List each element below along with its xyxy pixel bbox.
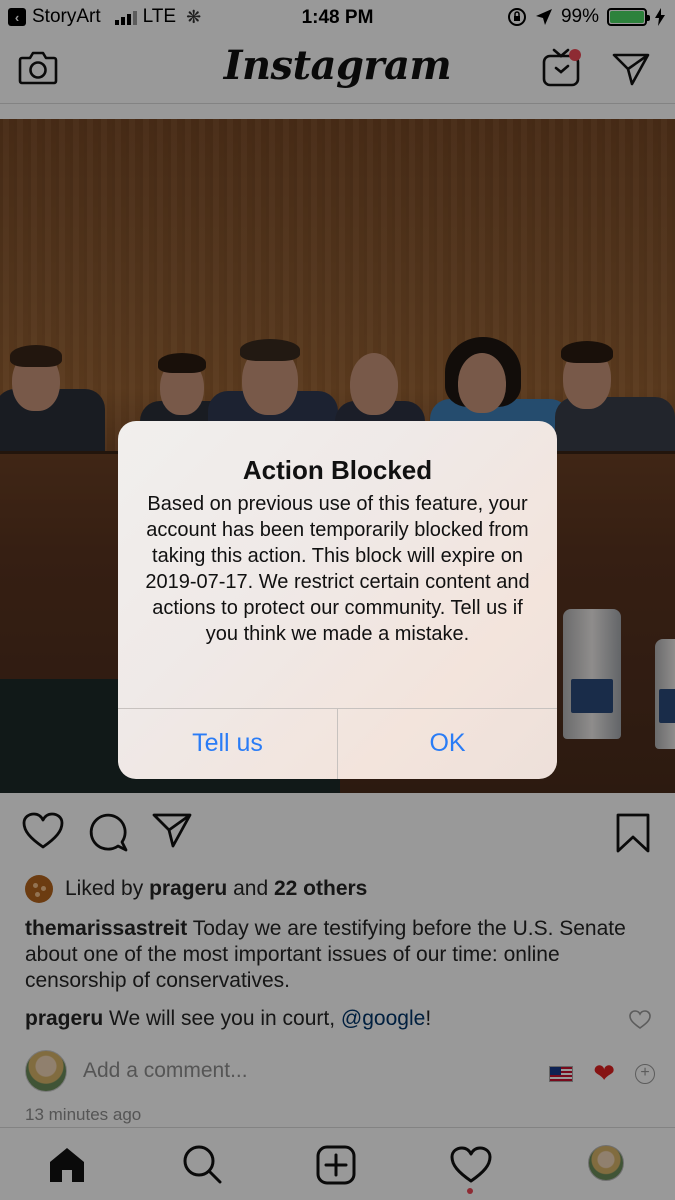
alert-message: Based on previous use of this feature, y…: [145, 493, 530, 645]
ok-button[interactable]: OK: [338, 708, 557, 779]
tell-us-button[interactable]: Tell us: [118, 708, 337, 779]
action-blocked-alert: Action Blocked Based on previous use of …: [118, 421, 557, 779]
alert-title: Action Blocked: [242, 455, 433, 485]
